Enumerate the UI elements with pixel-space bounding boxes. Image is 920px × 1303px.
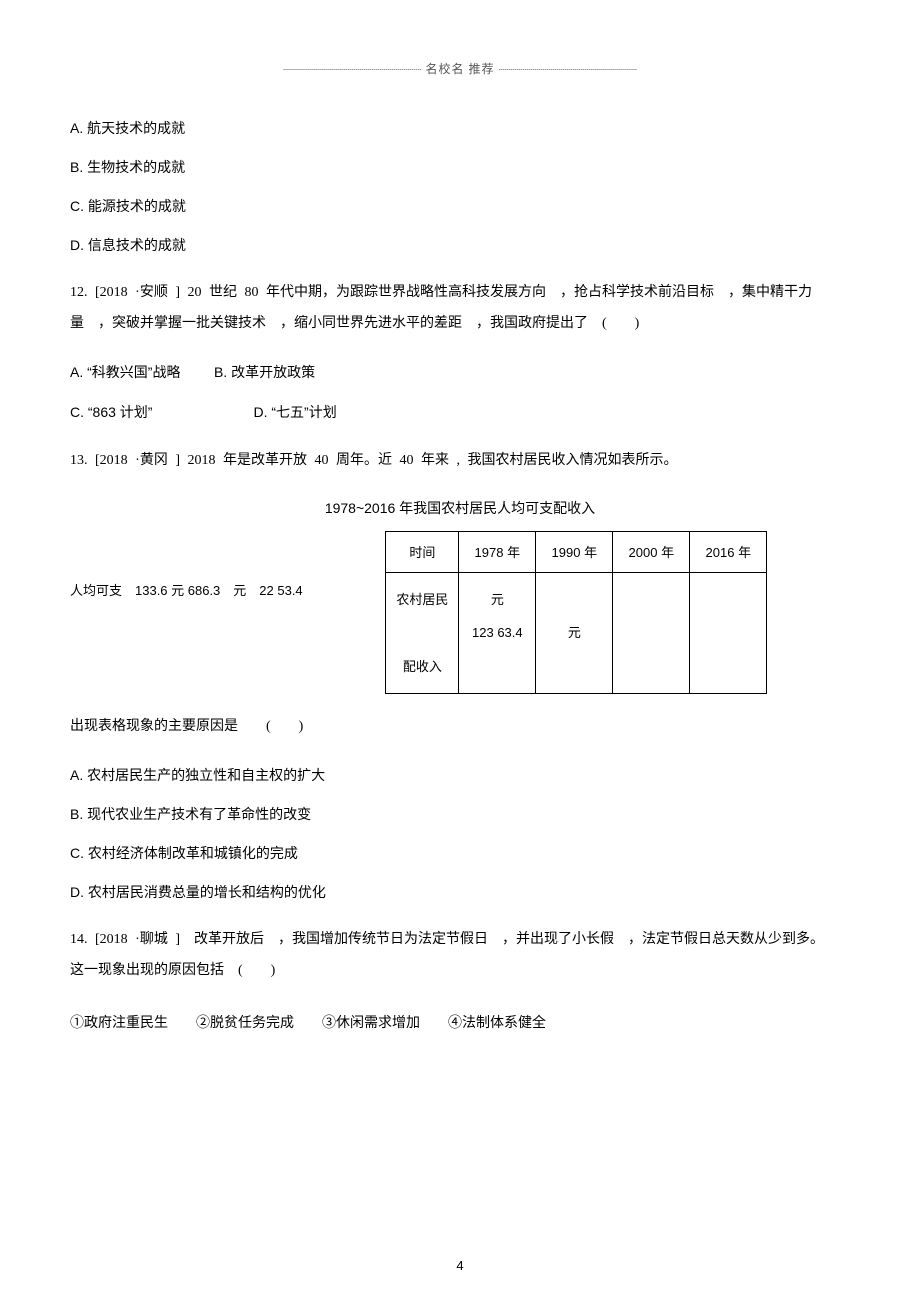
cell-1990: 元	[536, 573, 613, 694]
page-number: 4	[0, 1256, 920, 1276]
row-label-line1: 农村居民	[396, 592, 448, 607]
q13-stem: 13. [2018 ·黄冈 ] 2018 年是改革开放 40 周年。近 40 年…	[70, 446, 850, 477]
q12-stem: 12. [2018 ·安顺 ] 20 世纪 80 年代中期，为跟踪世界战略性高科…	[70, 278, 850, 340]
q13-table-title: 1978~2016 年我国农村居民人均可支配收入	[70, 498, 850, 519]
q13-outside-left-text: 人均可支 133.6 元 686.3 元 22 53.4	[70, 531, 303, 651]
col-2016: 2016 年	[690, 532, 767, 573]
cell-1978-top: 元	[491, 592, 504, 607]
q12-options-row2: C. “863 计划” D. “七五”计划	[70, 402, 850, 424]
col-1990: 1990 年	[536, 532, 613, 573]
row-label-line3: 配收入	[403, 659, 442, 674]
cell-1978-mid: 123 63.4	[472, 625, 523, 640]
col-2000: 2000 年	[613, 532, 690, 573]
page-header: ┄┄┄┄┄┄┄┄┄┄┄┄┄┄┄┄┄┄┄┄┄┄┄ 名校名 推荐 ┄┄┄┄┄┄┄┄┄…	[70, 60, 850, 78]
cell-2000	[613, 573, 690, 694]
row-label-cell: 农村居民 配收入	[386, 573, 459, 694]
q12-option-b: B. 改革开放政策	[214, 362, 315, 383]
header-dots-left: ┄┄┄┄┄┄┄┄┄┄┄┄┄┄┄┄┄┄┄┄┄┄┄	[283, 65, 421, 76]
q11-option-c: C. 能源技术的成就	[70, 196, 850, 217]
col-1978: 1978 年	[459, 532, 536, 573]
q13-option-c: C. 农村经济体制改革和城镇化的完成	[70, 843, 850, 864]
header-dots-right: ┄┄┄┄┄┄┄┄┄┄┄┄┄┄┄┄┄┄┄┄┄┄┄	[499, 65, 637, 76]
col-time: 时间	[386, 532, 459, 573]
q13-ask: 出现表格现象的主要原因是 ( )	[70, 712, 850, 743]
q11-option-b: B. 生物技术的成就	[70, 157, 850, 178]
table-row: 时间 1978 年 1990 年 2000 年 2016 年	[386, 532, 767, 573]
q13-option-d: D. 农村居民消费总量的增长和结构的优化	[70, 882, 850, 903]
q12-options-row1: A. “科教兴国”战略 B. 改革开放政策	[70, 362, 850, 384]
q12-option-c: C. “863 计划”	[70, 402, 220, 423]
q13-table-wrap: 人均可支 133.6 元 686.3 元 22 53.4 时间 1978 年 1…	[70, 531, 850, 694]
cell-1978: 元 123 63.4	[459, 573, 536, 694]
header-label: 名校名 推荐	[425, 62, 494, 76]
q14-stem: 14. [2018 ·聊城 ] 改革开放后 ，我国增加传统节日为法定节假日 ，并…	[70, 925, 850, 987]
cell-1990-mid: 元	[568, 625, 581, 640]
q12-option-d: D. “七五”计划	[254, 402, 337, 423]
table-row: 农村居民 配收入 元 123 63.4 元	[386, 573, 767, 694]
q12-option-a: A. “科教兴国”战略	[70, 362, 180, 383]
cell-2016	[690, 573, 767, 694]
q13-option-b: B. 现代农业生产技术有了革命性的改变	[70, 804, 850, 825]
q13-option-a: A. 农村居民生产的独立性和自主权的扩大	[70, 765, 850, 786]
q11-option-d: D. 信息技术的成就	[70, 235, 850, 256]
q13-table: 时间 1978 年 1990 年 2000 年 2016 年 农村居民 配收入 …	[385, 531, 767, 694]
q11-option-a: A. 航天技术的成就	[70, 118, 850, 139]
q14-choices: ①政府注重民生 ②脱贫任务完成 ③休闲需求增加 ④法制体系健全	[70, 1009, 850, 1040]
